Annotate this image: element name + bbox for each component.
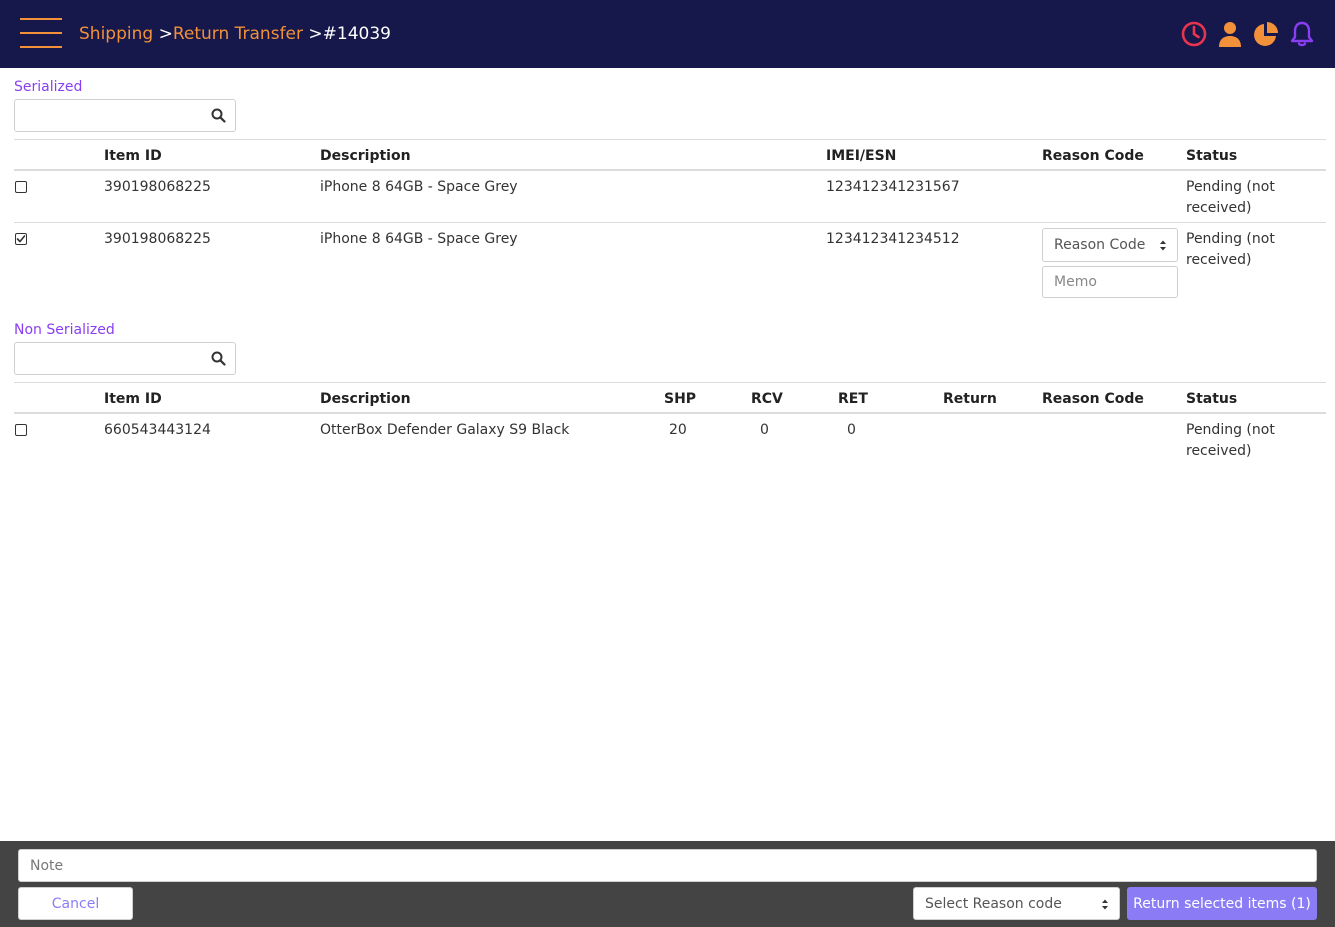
item-imei: 123412341234512 — [826, 231, 960, 247]
reason-code-select-value: Reason Code — [1054, 237, 1146, 253]
item-status: Pending (not received) — [1186, 231, 1275, 268]
reason-code-select[interactable]: Reason Code — [1042, 228, 1178, 262]
column-header-status[interactable]: Status — [1186, 148, 1237, 164]
column-header-imei[interactable]: IMEI/ESN — [826, 148, 896, 164]
row-checkbox[interactable] — [15, 424, 27, 436]
item-description: iPhone 8 64GB - Space Grey — [320, 231, 518, 247]
non-serialized-search-input[interactable] — [15, 343, 205, 374]
bell-icon[interactable] — [1288, 20, 1316, 48]
table-header: Item ID Description SHP RCV RET Return R… — [14, 382, 1326, 414]
item-ret: 0 — [847, 422, 856, 438]
serialized-search-input[interactable] — [15, 100, 205, 131]
item-status: Pending (not received) — [1186, 422, 1275, 459]
sort-caret-icon — [1160, 240, 1166, 251]
column-header-return[interactable]: Return — [943, 391, 997, 407]
table-row: 660543443124 OtterBox Defender Galaxy S9… — [14, 414, 1326, 466]
table-row: 390198068225 iPhone 8 64GB - Space Grey … — [14, 171, 1326, 223]
item-rcv: 0 — [760, 422, 769, 438]
memo-input[interactable] — [1042, 266, 1178, 298]
column-header-ret[interactable]: RET — [838, 391, 868, 407]
top-navigation-bar: Shipping >Return Transfer >#14039 — [0, 0, 1335, 68]
search-icon[interactable] — [211, 108, 226, 123]
item-id: 390198068225 — [104, 179, 211, 195]
reason-code-select[interactable]: Select Reason code — [913, 887, 1120, 920]
breadcrumb-separator: > — [308, 24, 323, 44]
column-header-reason-code[interactable]: Reason Code — [1042, 391, 1144, 407]
column-header-reason-code[interactable]: Reason Code — [1042, 148, 1144, 164]
table-header: Item ID Description IMEI/ESN Reason Code… — [14, 139, 1326, 171]
breadcrumb: Shipping >Return Transfer >#14039 — [79, 22, 391, 46]
column-header-description[interactable]: Description — [320, 391, 411, 407]
serialized-label: Serialized — [14, 79, 83, 95]
item-id: 390198068225 — [104, 231, 211, 247]
column-header-rcv[interactable]: RCV — [751, 391, 783, 407]
checkmark-icon — [16, 235, 26, 243]
note-input[interactable] — [18, 849, 1317, 882]
history-icon[interactable] — [1180, 20, 1208, 48]
search-icon[interactable] — [211, 351, 226, 366]
menu-icon[interactable] — [20, 18, 62, 48]
non-serialized-label: Non Serialized — [14, 322, 115, 338]
column-header-item-id[interactable]: Item ID — [104, 148, 162, 164]
reason-code-select-value: Select Reason code — [925, 896, 1062, 912]
user-icon[interactable] — [1216, 20, 1244, 48]
pie-chart-icon[interactable] — [1252, 20, 1280, 48]
serialized-search — [14, 99, 236, 132]
column-header-shp[interactable]: SHP — [664, 391, 696, 407]
sort-caret-icon — [1102, 899, 1108, 910]
table-row: 390198068225 iPhone 8 64GB - Space Grey … — [14, 223, 1326, 303]
row-checkbox-checked[interactable] — [15, 233, 27, 245]
item-id: 660543443124 — [104, 422, 211, 438]
item-imei: 123412341231567 — [826, 179, 960, 195]
action-footer: Cancel Select Reason code Return selecte… — [0, 841, 1335, 927]
item-description: iPhone 8 64GB - Space Grey — [320, 179, 518, 195]
row-checkbox[interactable] — [15, 181, 27, 193]
breadcrumb-separator: > — [158, 24, 173, 44]
column-header-item-id[interactable]: Item ID — [104, 391, 162, 407]
breadcrumb-return-transfer[interactable]: Return Transfer — [173, 24, 303, 44]
breadcrumb-current: #14039 — [322, 24, 391, 44]
non-serialized-search — [14, 342, 236, 375]
column-header-description[interactable]: Description — [320, 148, 411, 164]
item-status: Pending (not received) — [1186, 179, 1275, 216]
cancel-button[interactable]: Cancel — [18, 887, 133, 920]
return-selected-button[interactable]: Return selected items (1) — [1127, 887, 1317, 920]
item-shp: 20 — [669, 422, 687, 438]
breadcrumb-shipping[interactable]: Shipping — [79, 24, 153, 44]
item-description: OtterBox Defender Galaxy S9 Black — [320, 422, 570, 438]
column-header-status[interactable]: Status — [1186, 391, 1237, 407]
